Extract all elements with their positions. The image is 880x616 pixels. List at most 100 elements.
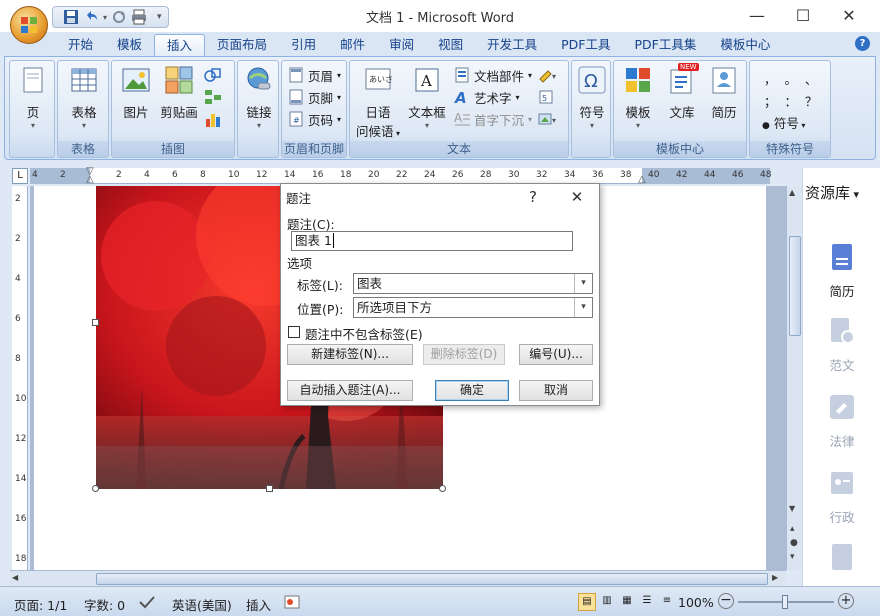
- wordart-button[interactable]: A 艺术字 ▾: [454, 87, 520, 107]
- indent-marker-icon[interactable]: ▽ △: [86, 167, 94, 185]
- tab-view[interactable]: 视图: [426, 34, 475, 56]
- vertical-scrollbar[interactable]: ▲ ▼ ▴ ● ▾: [786, 186, 802, 570]
- right-indent-marker-icon[interactable]: △: [638, 174, 646, 185]
- special-symbols-row2[interactable]: ； ： ？: [764, 91, 817, 110]
- resource-item-resume[interactable]: 简历: [803, 242, 880, 300]
- position-select[interactable]: 所选项目下方 ▾: [353, 297, 593, 318]
- greeting-button[interactable]: あいさつ 日语 问候语 ▾: [354, 65, 402, 140]
- signature-line-icon[interactable]: ▾: [538, 67, 558, 83]
- help-icon[interactable]: ?: [855, 36, 870, 51]
- tab-template[interactable]: 模板: [105, 34, 154, 56]
- maximize-button[interactable]: ☐: [780, 0, 826, 30]
- autocaption-button[interactable]: 自动插入题注(A)...: [287, 380, 413, 401]
- clipart-button[interactable]: 剪贴画: [158, 65, 200, 121]
- scroll-down-icon[interactable]: ▼: [789, 504, 795, 513]
- status-words[interactable]: 字数: 0: [84, 595, 125, 614]
- resource-item-motto[interactable]: 格言: [803, 542, 880, 584]
- tab-review[interactable]: 审阅: [377, 34, 426, 56]
- ruler-tick-label: 2: [15, 234, 21, 244]
- horizontal-ruler[interactable]: 4 2 2 4 6 8 10 12 14 16 18 20 22 24 26 28 30 32 34 36 38 40 42…: [30, 167, 771, 185]
- ruler-tick-label: 24: [424, 170, 436, 180]
- picture-button[interactable]: 图片: [116, 65, 156, 121]
- minimize-button[interactable]: —: [734, 0, 780, 30]
- draft-icon[interactable]: ≡: [658, 593, 676, 611]
- table-button[interactable]: 表格 ▾: [64, 65, 104, 130]
- status-page[interactable]: 页面: 1/1: [14, 595, 67, 614]
- scroll-right-icon[interactable]: ▶: [772, 573, 778, 582]
- special-symbol-button[interactable]: ● 符号 ▾: [762, 113, 805, 132]
- macro-record-icon[interactable]: [284, 595, 300, 609]
- ruler-tick-label: 28: [480, 170, 492, 180]
- svg-text:A: A: [454, 89, 467, 105]
- delete-label-button[interactable]: 删除标签(D): [423, 344, 505, 365]
- office-button[interactable]: [10, 6, 48, 44]
- tab-developer[interactable]: 开发工具: [475, 34, 549, 56]
- status-language[interactable]: 英语(美国): [172, 595, 232, 614]
- datetime-icon[interactable]: 5: [538, 89, 558, 105]
- tab-pdf-toolset[interactable]: PDF工具集: [623, 34, 709, 56]
- resize-handle-bottom[interactable]: [266, 485, 273, 492]
- object-icon[interactable]: ▾: [538, 111, 558, 127]
- close-button[interactable]: ✕: [826, 0, 872, 30]
- header-button[interactable]: 页眉 ▾: [288, 65, 341, 85]
- tab-page-layout[interactable]: 页面布局: [205, 34, 279, 56]
- label-select[interactable]: 图表 ▾: [353, 273, 593, 294]
- scroll-left-icon[interactable]: ◀: [12, 573, 18, 582]
- caption-input[interactable]: 图表 1: [291, 231, 573, 251]
- vertical-scroll-thumb[interactable]: [789, 236, 801, 336]
- exclude-label-checkbox[interactable]: [288, 326, 300, 338]
- resize-handle-left[interactable]: [92, 319, 99, 326]
- tab-mailings[interactable]: 邮件: [328, 34, 377, 56]
- scroll-up-icon[interactable]: ▲: [789, 188, 795, 197]
- ok-button[interactable]: 确定: [435, 380, 509, 401]
- symbol-button[interactable]: Ω 符号 ▾: [572, 65, 612, 130]
- horizontal-scroll-thumb[interactable]: [96, 573, 768, 585]
- reading-layout-icon[interactable]: ▥: [598, 593, 616, 611]
- tab-insert[interactable]: 插入: [154, 34, 206, 56]
- resource-item-law[interactable]: 法律: [803, 392, 880, 450]
- tab-pdf-tools[interactable]: PDF工具: [549, 34, 622, 56]
- resource-item-admin[interactable]: 行政: [803, 468, 880, 526]
- vertical-ruler[interactable]: 2 2 4 6 8 10 12 14 16 18: [12, 186, 28, 570]
- numbering-button[interactable]: 编号(U)...: [519, 344, 593, 365]
- zoom-slider-thumb[interactable]: [782, 595, 788, 609]
- resource-item-sample[interactable]: 范文: [803, 316, 880, 374]
- template-button[interactable]: 模板 ▾: [618, 65, 658, 130]
- new-label-button[interactable]: 新建标签(N)...: [287, 344, 413, 365]
- resize-handle-bottom-left[interactable]: [92, 485, 99, 492]
- smartart-icon[interactable]: [204, 89, 222, 105]
- status-mode[interactable]: 插入: [246, 595, 271, 614]
- zoom-out-icon[interactable]: −: [718, 593, 734, 609]
- dialog-help-button[interactable]: ?: [517, 184, 549, 210]
- greeting-label: 日语: [365, 105, 391, 120]
- textbox-button[interactable]: A 文本框 ▾: [406, 65, 448, 130]
- dropcap-button[interactable]: A 首字下沉 ▾: [454, 109, 532, 129]
- proofing-icon[interactable]: [138, 595, 156, 609]
- dialog-close-button[interactable]: ✕: [561, 184, 593, 210]
- footer-button[interactable]: 页脚 ▾: [288, 87, 341, 107]
- print-layout-icon[interactable]: ▤: [578, 593, 596, 611]
- tab-home[interactable]: 开始: [56, 34, 105, 56]
- doc-parts-button[interactable]: 文档部件 ▾: [454, 65, 532, 85]
- horizontal-scrollbar[interactable]: ◀ ▶: [10, 570, 786, 586]
- page-number-button[interactable]: # 页码 ▾: [288, 109, 341, 129]
- chart-icon[interactable]: [204, 111, 222, 127]
- resize-handle-bottom-right[interactable]: [439, 485, 446, 492]
- resource-pane-title[interactable]: 资源库 ▾: [805, 182, 859, 203]
- zoom-level[interactable]: 100%: [678, 595, 714, 610]
- library-button[interactable]: 文库: [662, 65, 702, 121]
- tab-references[interactable]: 引用: [279, 34, 328, 56]
- page-button[interactable]: 页 ▾: [13, 65, 53, 130]
- special-symbols-row1[interactable]: ， 。 、: [764, 69, 817, 88]
- tab-template-center[interactable]: 模板中心: [708, 34, 782, 56]
- cancel-button[interactable]: 取消: [519, 380, 593, 401]
- links-button[interactable]: 链接 ▾: [239, 65, 279, 130]
- shapes-icon[interactable]: [204, 67, 222, 83]
- ruler-tab-selector[interactable]: L: [12, 168, 28, 184]
- outline-icon[interactable]: ☰: [638, 593, 656, 611]
- zoom-in-icon[interactable]: +: [838, 593, 854, 609]
- browse-object-icons[interactable]: ▴ ● ▾: [790, 522, 798, 564]
- resume-button[interactable]: 简历: [704, 65, 744, 121]
- doc-parts-icon: [455, 67, 469, 83]
- web-layout-icon[interactable]: ▦: [618, 593, 636, 611]
